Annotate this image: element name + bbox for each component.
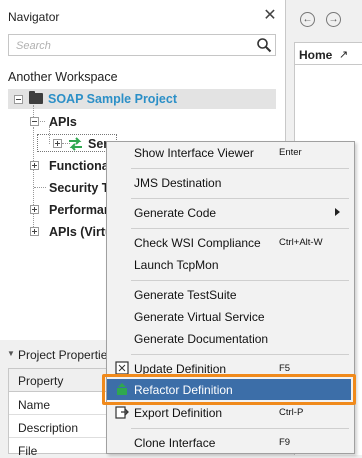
menu-item-launch-tcpmon[interactable]: Launch TcpMon <box>107 254 353 276</box>
expand-icon[interactable] <box>53 139 62 148</box>
pop-out-icon[interactable]: ↗ <box>339 48 348 61</box>
forward-icon[interactable]: → <box>326 12 341 27</box>
tree-item-label: APIs <box>49 115 77 129</box>
properties-title: Project Properties <box>18 348 114 362</box>
property-name[interactable]: Name <box>18 398 50 412</box>
collapse-icon[interactable] <box>30 117 39 126</box>
collapse-icon[interactable]: ▼ <box>7 349 15 358</box>
navigator-title: Navigator <box>8 10 60 24</box>
search-box <box>8 34 276 57</box>
tree-item-label: Security T <box>49 181 110 195</box>
menu-separator <box>131 280 349 281</box>
menu-item-label: Show Interface Viewer <box>134 146 254 160</box>
interface-icon <box>69 137 82 151</box>
menu-separator <box>131 168 349 169</box>
tree-item-label: Functional <box>49 159 113 173</box>
property-file[interactable]: File <box>18 444 37 458</box>
tab-divider <box>295 64 362 65</box>
menu-item-jms-destination[interactable]: JMS Destination <box>107 172 353 194</box>
tab-home[interactable]: Home <box>299 48 332 62</box>
menu-item-label: Clone Interface <box>134 436 216 450</box>
menu-item-shortcut: Ctrl-P <box>279 407 304 418</box>
tree-item-label: Performan <box>49 203 112 217</box>
menu-item-shortcut: F9 <box>279 437 291 448</box>
update-definition-icon <box>115 361 129 375</box>
menu-item-clone-interface[interactable]: Clone Interface F9 <box>107 432 353 454</box>
folder-icon <box>29 91 43 104</box>
back-icon[interactable]: ← <box>300 12 315 27</box>
menu-item-label: Generate Code <box>134 206 217 220</box>
menu-item-show-interface-viewer[interactable]: Show Interface Viewer Enter <box>107 142 353 164</box>
submenu-arrow-icon <box>335 208 340 216</box>
collapse-icon[interactable] <box>14 95 23 104</box>
menu-item-label: Generate Documentation <box>134 332 269 346</box>
annotation-highlight-box <box>102 374 356 405</box>
menu-separator <box>131 428 349 429</box>
menu-item-label: Launch TcpMon <box>134 258 219 272</box>
menu-item-label: Export Definition <box>134 406 223 420</box>
menu-item-generate-documentation[interactable]: Generate Documentation <box>107 328 353 350</box>
menu-separator <box>131 354 349 355</box>
menu-item-generate-testsuite[interactable]: Generate TestSuite <box>107 284 353 306</box>
close-icon[interactable]: ✕ <box>262 5 278 25</box>
column-header-property[interactable]: Property <box>18 374 63 388</box>
menu-item-shortcut: Ctrl+Alt-W <box>279 237 323 248</box>
tree-item-label: APIs (Virtu <box>49 225 113 239</box>
search-icon[interactable] <box>256 37 272 53</box>
search-input[interactable] <box>9 35 258 57</box>
menu-separator <box>131 198 349 199</box>
workspace-label: Another Workspace <box>8 70 118 84</box>
menu-item-check-wsi-compliance[interactable]: Check WSI Compliance Ctrl+Alt-W <box>107 232 353 254</box>
expand-icon[interactable] <box>30 161 39 170</box>
menu-separator <box>131 228 349 229</box>
menu-item-generate-virtual-service[interactable]: Generate Virtual Service <box>107 306 353 328</box>
menu-item-export-definition[interactable]: Export Definition Ctrl-P <box>107 402 353 424</box>
expand-icon[interactable] <box>30 227 39 236</box>
menu-item-shortcut: F5 <box>279 363 291 374</box>
menu-item-label: Generate TestSuite <box>134 288 237 302</box>
menu-item-shortcut: Enter <box>279 147 302 158</box>
property-description[interactable]: Description <box>18 421 78 435</box>
menu-item-generate-code[interactable]: Generate Code <box>107 202 353 224</box>
export-definition-icon <box>115 406 129 419</box>
project-label: SOAP Sample Project <box>48 92 177 106</box>
menu-item-label: JMS Destination <box>134 176 222 190</box>
menu-item-label: Generate Virtual Service <box>134 310 265 324</box>
expand-icon[interactable] <box>30 205 39 214</box>
menu-item-label: Check WSI Compliance <box>134 236 261 250</box>
